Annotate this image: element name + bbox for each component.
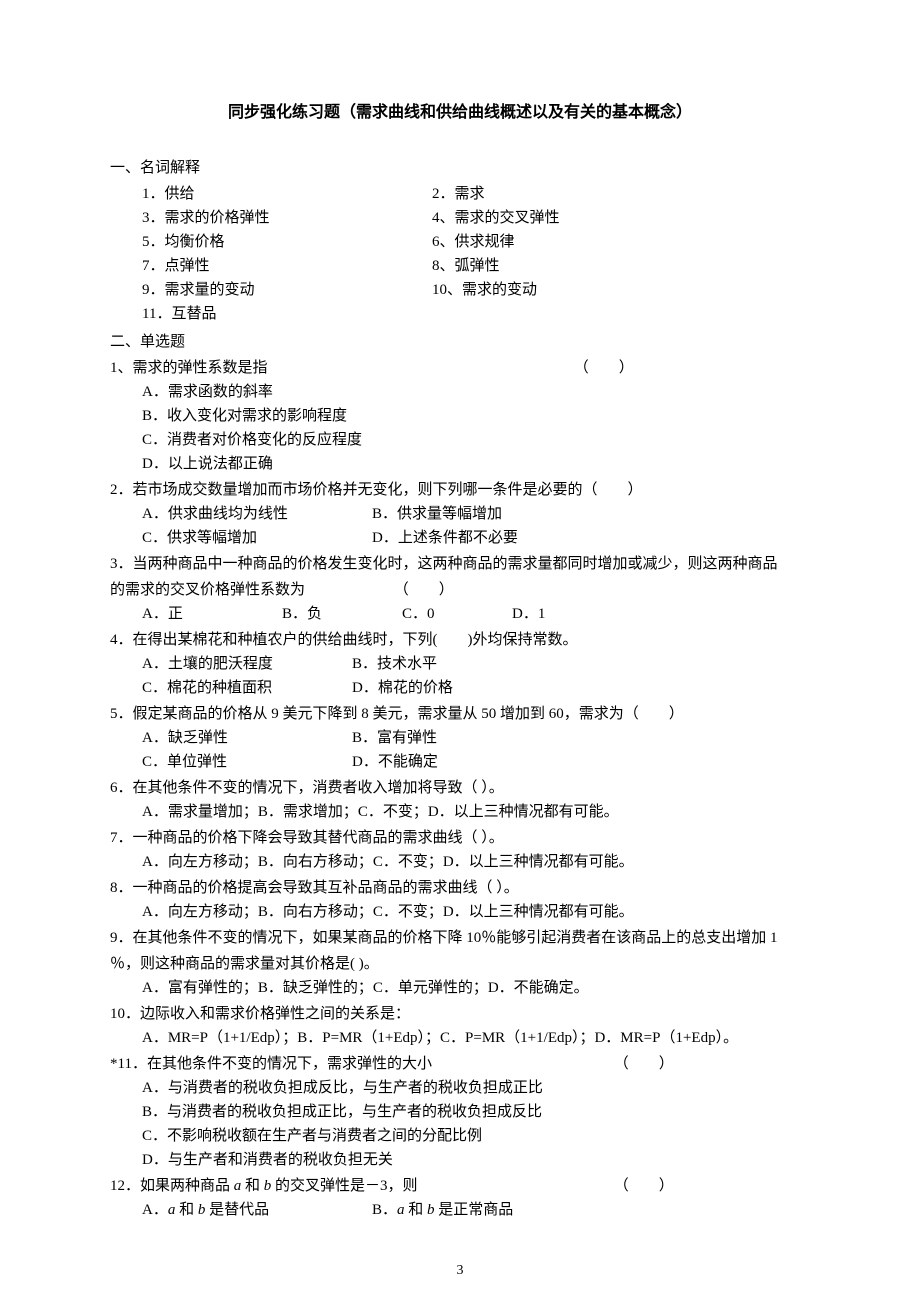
- var-b: b: [427, 1202, 435, 1218]
- term: 11．互替品: [142, 302, 432, 326]
- q12-stem: 12．如果两种商品 a 和 b 的交叉弹性是－3，则: [110, 1174, 610, 1198]
- text: 是替代品: [205, 1202, 269, 1218]
- q4-opt-b: B．技术水平: [352, 652, 437, 676]
- term: 1．供给: [142, 182, 432, 206]
- page-number: 3: [0, 1260, 920, 1282]
- q3-opt-b: B．负: [282, 602, 402, 626]
- q11-opt-b: B．与消费者的税收负担成正比，与生产者的税收负担成反比: [110, 1100, 810, 1124]
- q12-opt-b: B．a 和 b 是正常商品: [372, 1198, 513, 1222]
- q2-opt-d: D．上述条件都不必要: [372, 526, 518, 550]
- q4-opt-a: A．土壤的肥沃程度: [142, 652, 352, 676]
- q4-row1: A．土壤的肥沃程度 B．技术水平: [110, 652, 810, 676]
- term-row: 5．均衡价格 6、供求规律: [110, 230, 810, 254]
- q3-stem2: 的需求的交叉价格弹性系数为: [110, 578, 390, 602]
- q2-row2: C．供求等幅增加 D．上述条件都不必要: [110, 526, 810, 550]
- q5-opt-a: A．缺乏弹性: [142, 726, 352, 750]
- question-11: *11．在其他条件不变的情况下，需求弹性的大小 （ ）: [110, 1052, 810, 1076]
- term: 3．需求的价格弹性: [142, 206, 432, 230]
- q9-opts: A．富有弹性的；B．缺乏弹性的；C．单元弹性的；D．不能确定。: [110, 976, 810, 1000]
- term-row: 3．需求的价格弹性 4、需求的交叉弹性: [110, 206, 810, 230]
- text: 的交叉弹性是－3，则: [271, 1178, 417, 1194]
- term-row: 1．供给 2．需求: [110, 182, 810, 206]
- q3-opt-d: D．1: [512, 602, 545, 626]
- text: 和: [175, 1202, 198, 1218]
- q8-opts: A．向左方移动；B．向右方移动；C．不变；D．以上三种情况都有可能。: [110, 900, 810, 924]
- question-2: 2．若市场成交数量增加而市场价格并无变化，则下列哪一条件是必要的（ ）: [110, 478, 810, 502]
- question-3-line2: 的需求的交叉价格弹性系数为 （ ）: [110, 578, 810, 602]
- question-3-line1: 3．当两种商品中一种商品的价格发生变化时，这两种商品的需求量都同时增加或减少，则…: [110, 552, 810, 576]
- q5-row1: A．缺乏弹性 B．富有弹性: [110, 726, 810, 750]
- q1-stem: 1、需求的弹性系数是指: [110, 356, 570, 380]
- q5-row2: C．单位弹性 D．不能确定: [110, 750, 810, 774]
- q11-opt-d: D．与生产者和消费者的税收负担无关: [110, 1148, 810, 1172]
- text: A．: [142, 1202, 168, 1218]
- q2-opt-a: A．供求曲线均为线性: [142, 502, 372, 526]
- question-12: 12．如果两种商品 a 和 b 的交叉弹性是－3，则 （ ）: [110, 1174, 810, 1198]
- term: 4、需求的交叉弹性: [432, 206, 560, 230]
- q11-stem: *11．在其他条件不变的情况下，需求弹性的大小: [110, 1052, 610, 1076]
- q11-opt-c: C．不影响税收额在生产者与消费者之间的分配比例: [110, 1124, 810, 1148]
- q4-opt-c: C．棉花的种植面积: [142, 676, 352, 700]
- q3-opt-c: C．0: [402, 602, 512, 626]
- q2-opt-b: B．供求量等幅增加: [372, 502, 502, 526]
- term: 6、供求规律: [432, 230, 515, 254]
- q5-opt-c: C．单位弹性: [142, 750, 352, 774]
- blank-paren: （ ）: [614, 1056, 674, 1072]
- text: 和: [405, 1202, 428, 1218]
- q1-opt-a: A．需求函数的斜率: [110, 380, 810, 404]
- question-1: 1、需求的弹性系数是指 （ ）: [110, 356, 810, 380]
- q7-opts: A．向左方移动；B．向右方移动；C．不变；D．以上三种情况都有可能。: [110, 850, 810, 874]
- q4-row2: C．棉花的种植面积 D．棉花的价格: [110, 676, 810, 700]
- text: 和: [241, 1178, 264, 1194]
- q3-opts: A．正 B．负 C．0 D．1: [110, 602, 810, 626]
- term: 5．均衡价格: [142, 230, 432, 254]
- question-8: 8．一种商品的价格提高会导致其互补品商品的需求曲线（ ）。: [110, 876, 810, 900]
- document-title: 同步强化练习题（需求曲线和供给曲线概述以及有关的基本概念）: [110, 100, 810, 126]
- q4-opt-d: D．棉花的价格: [352, 676, 453, 700]
- question-6: 6．在其他条件不变的情况下，消费者收入增加将导致（ ）。: [110, 776, 810, 800]
- q2-opt-c: C．供求等幅增加: [142, 526, 372, 550]
- question-5: 5．假定某商品的价格从 9 美元下降到 8 美元，需求量从 50 增加到 60，…: [110, 702, 810, 726]
- blank-paren: （ ）: [394, 582, 454, 598]
- q5-opt-d: D．不能确定: [352, 750, 438, 774]
- q10-opts: A．MR=P（1+1/Edp）；B．P=MR（1+Edp）；C．P=MR（1+1…: [110, 1026, 810, 1050]
- term: 10、需求的变动: [432, 278, 537, 302]
- question-10: 10．边际收入和需求价格弹性之间的关系是：: [110, 1002, 810, 1026]
- q2-row1: A．供求曲线均为线性 B．供求量等幅增加: [110, 502, 810, 526]
- question-9-line1: 9．在其他条件不变的情况下，如果某商品的价格下降 10％能够引起消费者在该商品上…: [110, 926, 810, 950]
- q11-opt-a: A．与消费者的税收负担成反比，与生产者的税收负担成正比: [110, 1076, 810, 1100]
- q12-opt-a: A．a 和 b 是替代品: [142, 1198, 372, 1222]
- term-row: 11．互替品: [110, 302, 810, 326]
- term-row: 9．需求量的变动 10、需求的变动: [110, 278, 810, 302]
- q1-opt-d: D．以上说法都正确: [110, 452, 810, 476]
- question-9-line2: ％，则这种商品的需求量对其价格是( )。: [110, 952, 810, 976]
- question-7: 7．一种商品的价格下降会导致其替代商品的需求曲线（ ）。: [110, 826, 810, 850]
- q1-opt-c: C．消费者对价格变化的反应程度: [110, 428, 810, 452]
- q5-opt-b: B．富有弹性: [352, 726, 437, 750]
- section-2-head: 二、单选题: [110, 330, 810, 354]
- page: 同步强化练习题（需求曲线和供给曲线概述以及有关的基本概念） 一、名词解释 1．供…: [0, 0, 920, 1302]
- q3-opt-a: A．正: [142, 602, 282, 626]
- term-row: 7．点弹性 8、弧弹性: [110, 254, 810, 278]
- term: 7．点弹性: [142, 254, 432, 278]
- question-4: 4．在得出某棉花和种植农户的供给曲线时，下列( )外均保持常数。: [110, 628, 810, 652]
- text: 是正常商品: [435, 1202, 514, 1218]
- q1-opt-b: B．收入变化对需求的影响程度: [110, 404, 810, 428]
- section-1-head: 一、名词解释: [110, 156, 810, 180]
- term: 9．需求量的变动: [142, 278, 432, 302]
- blank-paren: （ ）: [574, 360, 634, 376]
- var-a: a: [397, 1202, 405, 1218]
- term: 2．需求: [432, 182, 485, 206]
- blank-paren: （ ）: [614, 1178, 674, 1194]
- text: B．: [372, 1202, 397, 1218]
- q12-opts: A．a 和 b 是替代品 B．a 和 b 是正常商品: [110, 1198, 810, 1222]
- text: 12．如果两种商品: [110, 1178, 234, 1194]
- term: 8、弧弹性: [432, 254, 500, 278]
- q6-opts: A．需求量增加；B．需求增加；C．不变；D．以上三种情况都有可能。: [110, 800, 810, 824]
